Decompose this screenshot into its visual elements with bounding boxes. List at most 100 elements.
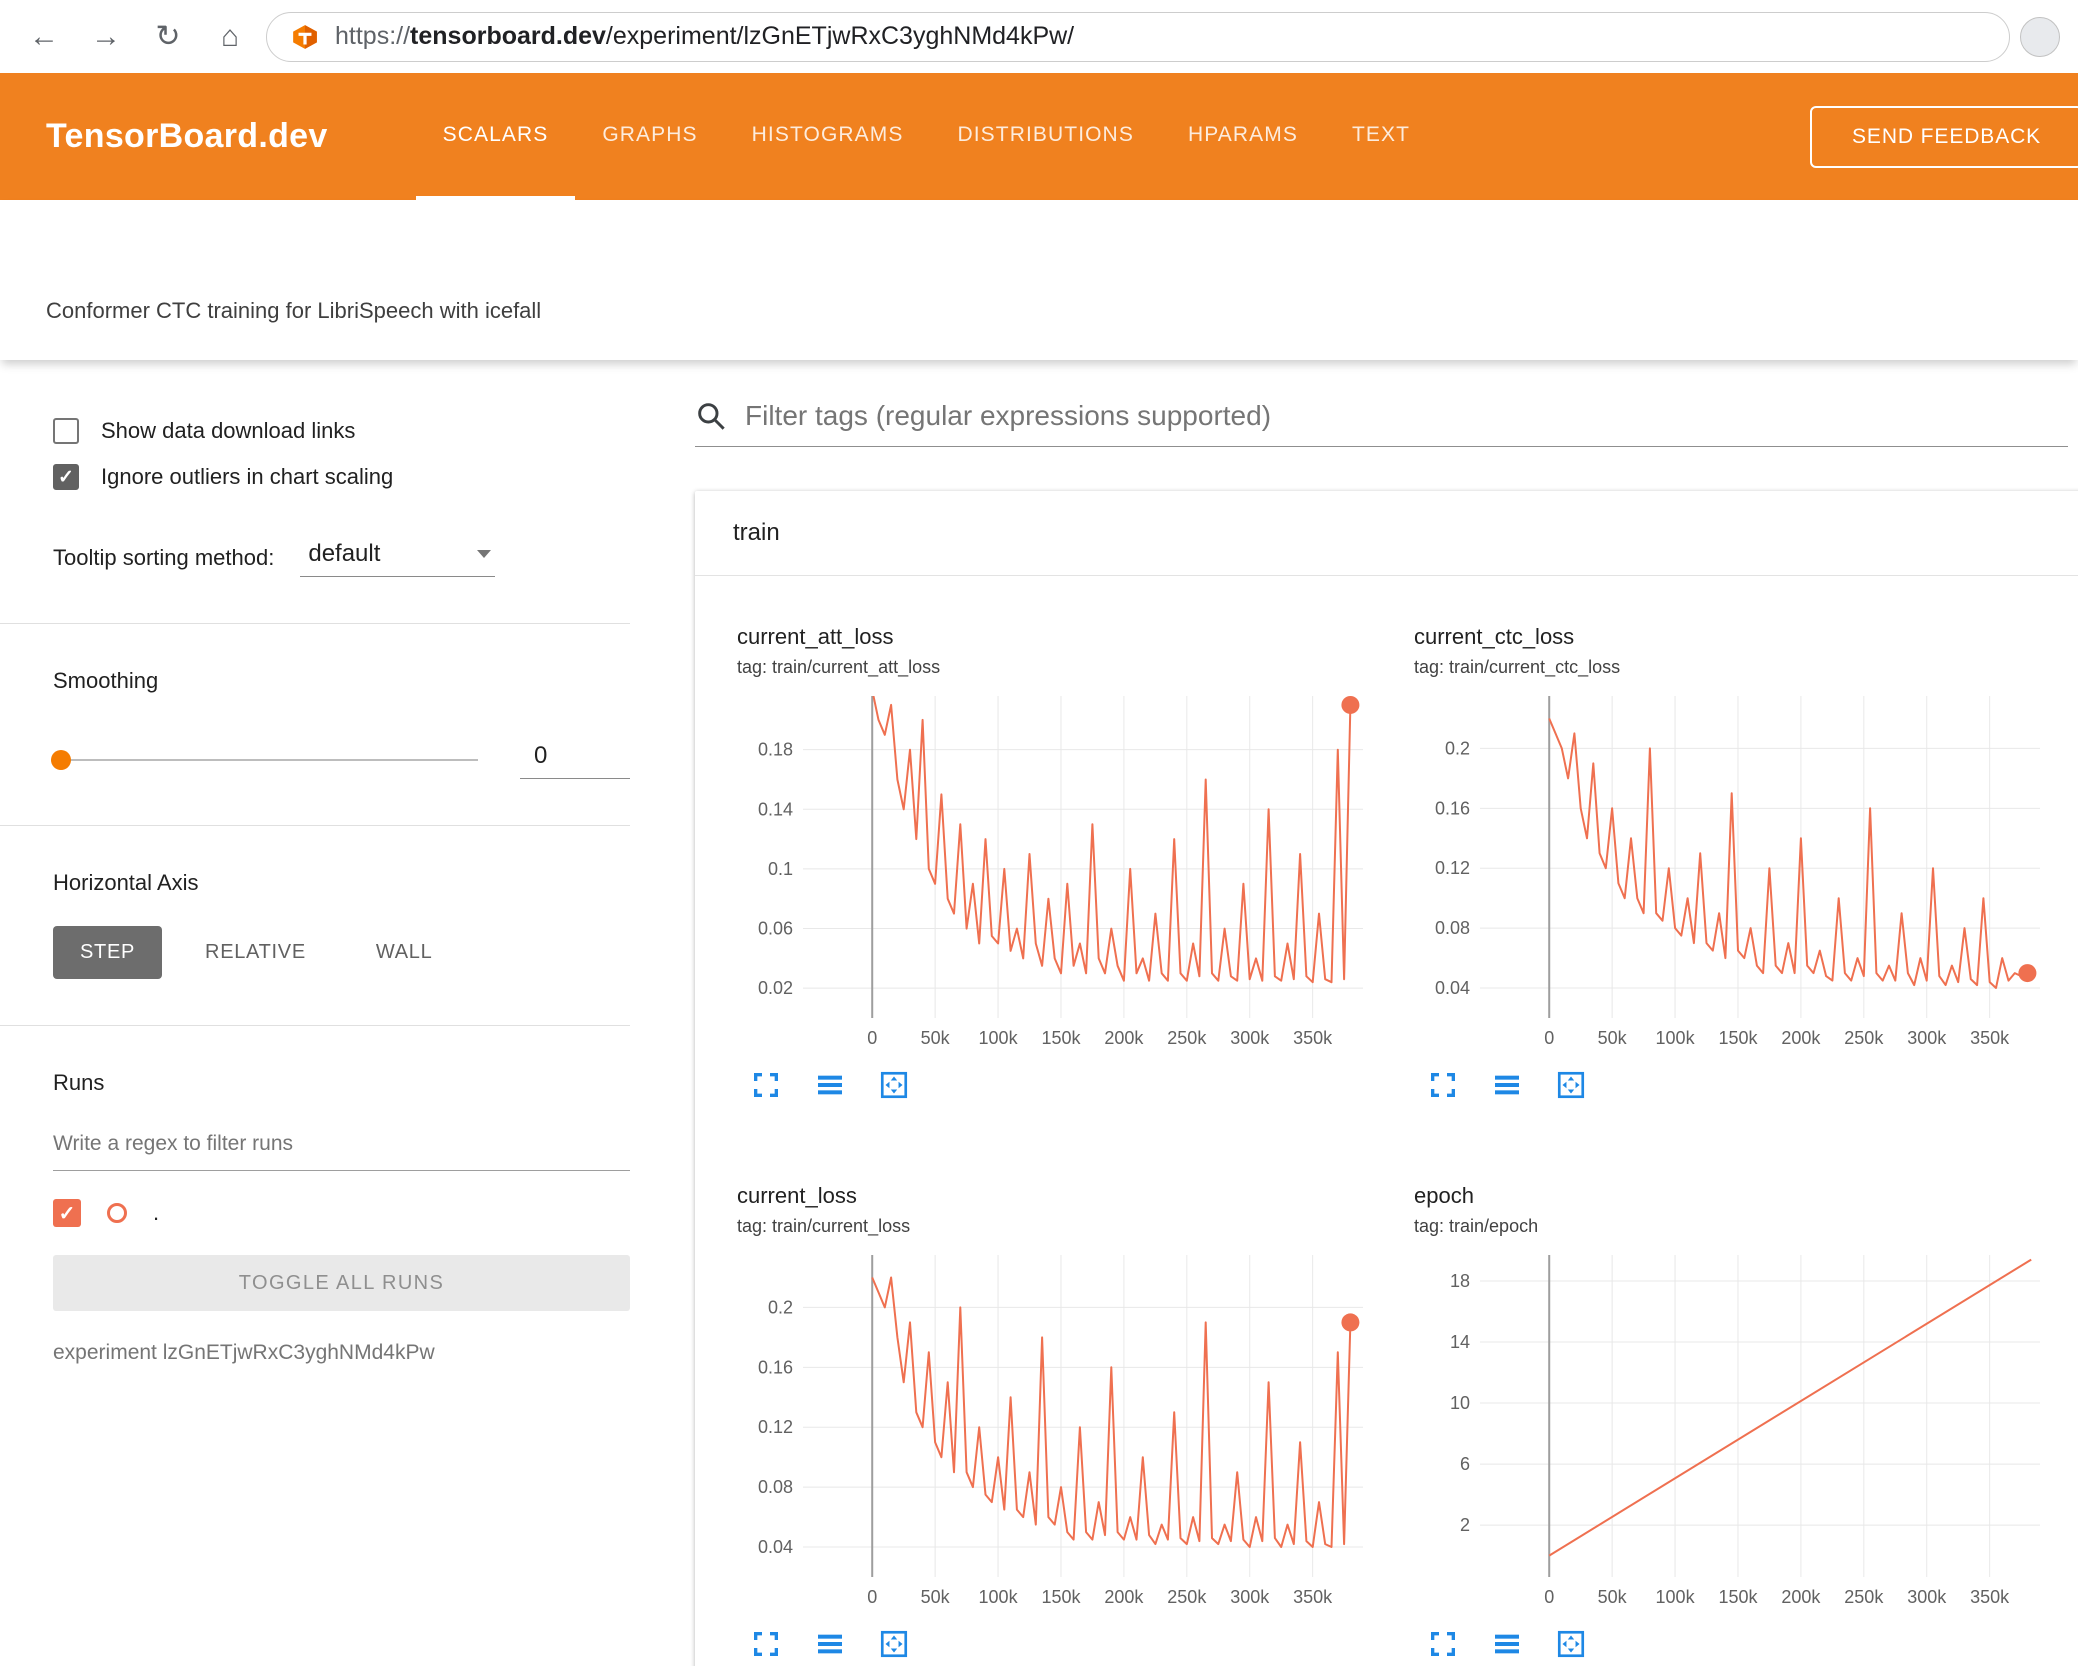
- svg-text:0.16: 0.16: [1435, 798, 1470, 818]
- tab-histograms[interactable]: HISTOGRAMS: [725, 73, 931, 200]
- svg-text:300k: 300k: [1230, 1587, 1270, 1607]
- browser-profile-icon[interactable]: [2020, 16, 2060, 57]
- svg-text:0: 0: [1544, 1028, 1554, 1048]
- smoothing-slider-handle[interactable]: [51, 749, 71, 770]
- run-color-swatch: [107, 1203, 127, 1223]
- chart-card-current-ctc-loss: current_ctc_loss tag: train/current_ctc_…: [1414, 624, 2078, 1103]
- fullscreen-icon[interactable]: [749, 1069, 783, 1103]
- tooltip-sorting-select[interactable]: default: [300, 538, 496, 577]
- svg-text:0.1: 0.1: [768, 859, 793, 879]
- smoothing-label: Smoothing: [53, 668, 159, 693]
- fullscreen-icon[interactable]: [1426, 1628, 1460, 1662]
- runs-list-icon[interactable]: [1490, 1069, 1524, 1103]
- settings-sidebar: Show data download links Ignore outliers…: [0, 360, 645, 1405]
- line-chart[interactable]: 0.04 0.08 0.12 0.16 0.2 0 50k 100k 150k 200k 250k 3…: [737, 1245, 1402, 1618]
- chart-title: current_ctc_loss: [1414, 624, 1575, 649]
- svg-text:0.2: 0.2: [1445, 738, 1470, 758]
- show-download-links-checkbox[interactable]: [53, 418, 79, 444]
- experiment-title-bar: Conformer CTC training for LibriSpeech w…: [0, 200, 2078, 360]
- ignore-outliers-checkbox[interactable]: [53, 464, 79, 490]
- chart-tag-subtitle: tag: train/current_ctc_loss: [1414, 657, 1621, 677]
- tensorboard-favicon: [293, 24, 317, 49]
- section-title-train[interactable]: train: [695, 491, 2078, 576]
- filter-tags-input[interactable]: [745, 400, 2068, 432]
- axis-step-button[interactable]: STEP: [53, 926, 163, 979]
- svg-text:0: 0: [867, 1028, 877, 1048]
- run-row: .: [53, 1199, 630, 1227]
- svg-text:18: 18: [1450, 1271, 1470, 1291]
- runs-list-icon[interactable]: [1490, 1628, 1524, 1662]
- send-feedback-button[interactable]: SEND FEEDBACK: [1810, 105, 2078, 168]
- forward-icon[interactable]: →: [80, 11, 132, 63]
- tooltip-sorting-label: Tooltip sorting method:: [53, 544, 275, 570]
- svg-text:14: 14: [1450, 1332, 1470, 1352]
- fullscreen-icon[interactable]: [749, 1628, 783, 1662]
- fit-domain-icon[interactable]: [877, 1628, 911, 1662]
- tab-scalars[interactable]: SCALARS: [415, 73, 576, 200]
- svg-text:100k: 100k: [1656, 1587, 1696, 1607]
- svg-text:0: 0: [867, 1587, 877, 1607]
- url-domain: tensorboard.dev: [410, 22, 606, 50]
- svg-text:150k: 150k: [1718, 1587, 1758, 1607]
- svg-text:0.04: 0.04: [1435, 978, 1470, 998]
- toggle-all-runs-button[interactable]: TOGGLE ALL RUNS: [53, 1255, 630, 1311]
- svg-text:350k: 350k: [1970, 1028, 2010, 1048]
- search-icon: [698, 403, 725, 430]
- axis-relative-button[interactable]: RELATIVE: [178, 926, 333, 979]
- svg-text:250k: 250k: [1167, 1028, 1207, 1048]
- svg-text:0.04: 0.04: [758, 1537, 793, 1557]
- svg-text:200k: 200k: [1781, 1587, 1821, 1607]
- tab-distributions[interactable]: DISTRIBUTIONS: [930, 73, 1160, 200]
- svg-text:100k: 100k: [979, 1587, 1019, 1607]
- svg-text:150k: 150k: [1718, 1028, 1758, 1048]
- line-chart[interactable]: 0.02 0.06 0.1 0.14 0.18 0 50k 100k 150k 200k 250k 3…: [737, 686, 1402, 1059]
- svg-text:6: 6: [1460, 1454, 1470, 1474]
- runs-label: Runs: [53, 1070, 105, 1095]
- runs-list-icon[interactable]: [813, 1628, 847, 1662]
- tab-graphs[interactable]: GRAPHS: [575, 73, 724, 200]
- fullscreen-icon[interactable]: [1426, 1069, 1460, 1103]
- svg-text:250k: 250k: [1844, 1587, 1884, 1607]
- tooltip-sorting-value: default: [308, 540, 381, 567]
- chart-toolbar: [749, 1628, 1402, 1662]
- reload-icon[interactable]: ↻: [142, 11, 194, 63]
- svg-text:0.12: 0.12: [1435, 858, 1470, 878]
- svg-text:2: 2: [1460, 1515, 1470, 1535]
- nav-tabs: SCALARS GRAPHS HISTOGRAMS DISTRIBUTIONS …: [415, 73, 1437, 200]
- line-chart[interactable]: 0.04 0.08 0.12 0.16 0.2 0 50k 100k 150k 200k 250k 3…: [1414, 686, 2078, 1059]
- url-path: /experiment/lzGnETjwRxC3yghNMd4kPw/: [605, 22, 1075, 50]
- url-text: https://tensorboard.dev/experiment/lzGnE…: [335, 22, 1074, 51]
- line-chart[interactable]: 2 6 10 14 18 0 50k 100k 150k 200k 250k 300k 350k: [1414, 1245, 2078, 1618]
- svg-text:350k: 350k: [1293, 1587, 1333, 1607]
- runs-filter-input[interactable]: [53, 1120, 630, 1171]
- tab-hparams[interactable]: HPARAMS: [1161, 73, 1325, 200]
- tab-text[interactable]: TEXT: [1325, 73, 1437, 200]
- tensorboard-page: ← → ↻ ⌂ https://tensorboard.dev/experime…: [0, 0, 2078, 1666]
- fit-domain-icon[interactable]: [1554, 1069, 1588, 1103]
- svg-text:0: 0: [1544, 1587, 1554, 1607]
- runs-list-icon[interactable]: [813, 1069, 847, 1103]
- address-bar[interactable]: https://tensorboard.dev/experiment/lzGnE…: [266, 11, 2010, 62]
- train-section-card: train current_att_loss tag: train/curren…: [695, 491, 2078, 1666]
- smoothing-value-input[interactable]: 0: [520, 740, 630, 779]
- svg-text:0.06: 0.06: [758, 919, 793, 939]
- svg-text:0.08: 0.08: [1435, 918, 1470, 938]
- smoothing-slider[interactable]: [51, 749, 478, 770]
- run-name: .: [153, 1200, 160, 1225]
- svg-text:350k: 350k: [1293, 1028, 1333, 1048]
- fit-domain-icon[interactable]: [1554, 1628, 1588, 1662]
- app-logo[interactable]: TensorBoard.dev: [46, 117, 328, 156]
- home-icon[interactable]: ⌂: [204, 11, 256, 63]
- svg-text:350k: 350k: [1970, 1587, 2010, 1607]
- svg-text:50k: 50k: [1598, 1587, 1628, 1607]
- content: Show data download links Ignore outliers…: [0, 360, 2078, 1666]
- ignore-outliers-label: Ignore outliers in chart scaling: [101, 464, 394, 489]
- chart-toolbar: [749, 1069, 1402, 1103]
- show-download-links-row: Show data download links: [53, 418, 630, 444]
- smoothing-slider-row: 0: [51, 740, 630, 779]
- fit-domain-icon[interactable]: [877, 1069, 911, 1103]
- svg-text:0.14: 0.14: [758, 799, 793, 819]
- axis-wall-button[interactable]: WALL: [349, 926, 460, 979]
- back-icon[interactable]: ←: [18, 11, 70, 63]
- run-checkbox[interactable]: [53, 1199, 81, 1227]
